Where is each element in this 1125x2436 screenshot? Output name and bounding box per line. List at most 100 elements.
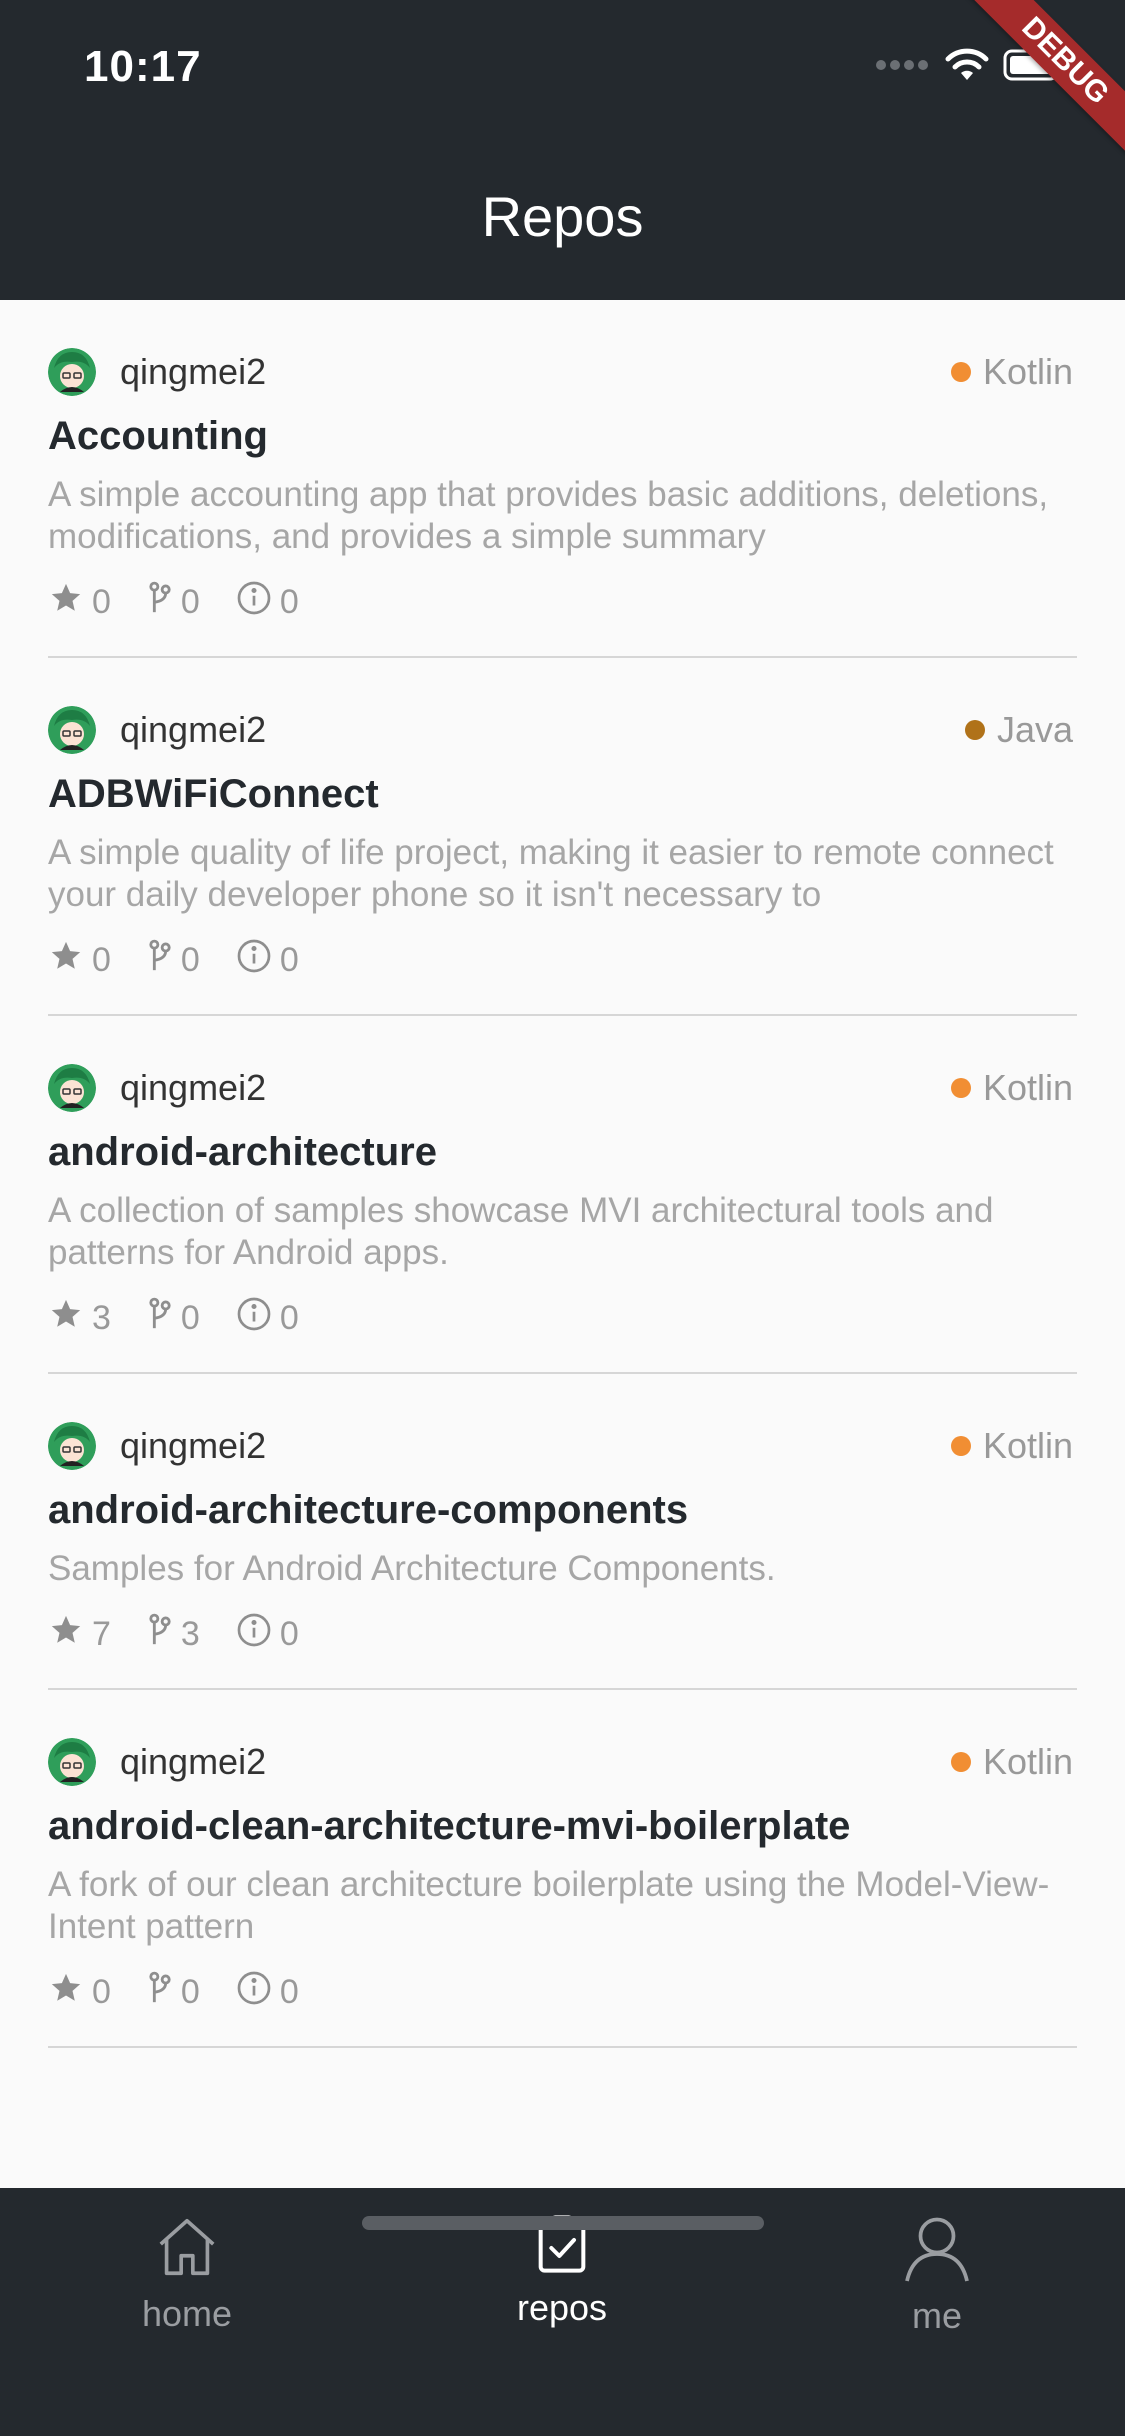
nav-repos-label: repos [516, 2287, 608, 2328]
repo-language: Kotlin [950, 1732, 1073, 1792]
avatar[interactable] [48, 348, 96, 396]
forks-count: 0 [180, 1298, 200, 1337]
issues-stat: 0 [236, 938, 299, 983]
owner-row: qingmei2 [48, 1690, 1077, 1792]
info-icon [236, 580, 280, 625]
fork-icon [147, 1971, 181, 2014]
language-label: Kotlin [982, 1741, 1073, 1782]
repo-language: Kotlin [950, 342, 1073, 402]
stars-count: 7 [92, 1614, 111, 1653]
repo-stats: 0 0 0 [48, 1962, 1077, 2022]
repo-owner[interactable]: qingmei2 [120, 1741, 266, 1783]
forks-stat: 0 [147, 1971, 200, 2014]
language-label: Kotlin [982, 1067, 1073, 1108]
owner-row: qingmei2 [48, 1374, 1077, 1476]
forks-count: 0 [180, 582, 200, 621]
repo-description: Samples for Android Architecture Compone… [48, 1549, 776, 1588]
repo-name[interactable]: android-clean-architecture-mvi-boilerpla… [48, 1800, 1077, 1852]
avatar[interactable] [48, 706, 96, 754]
repo-name[interactable]: Accounting [48, 410, 1077, 462]
avatar[interactable] [48, 1422, 96, 1470]
repo-description: A simple accounting app that provides ba… [48, 475, 1049, 556]
issues-stat: 0 [236, 580, 299, 625]
forks-count: 3 [180, 1614, 200, 1653]
language-label: Kotlin [982, 1425, 1073, 1466]
language-dot-icon [950, 1436, 971, 1456]
avatar[interactable] [48, 1738, 96, 1786]
language-label: Kotlin [982, 351, 1073, 392]
home-indicator [362, 2216, 764, 2230]
stars-stat: 7 [48, 1613, 111, 1656]
repo-owner[interactable]: qingmei2 [120, 1425, 266, 1467]
language-dot-icon [964, 720, 985, 740]
forks-count: 0 [180, 940, 200, 979]
repo-name[interactable]: ADBWiFiConnect [48, 768, 1077, 820]
star-icon [48, 1297, 92, 1340]
language-dot-icon [950, 362, 971, 382]
star-icon [48, 939, 92, 982]
repo-list[interactable]: qingmei2 Kotlin Accounting A simple acco… [0, 300, 1125, 2188]
stars-count: 0 [92, 582, 111, 621]
forks-stat: 0 [147, 581, 200, 624]
repo-language: Kotlin [950, 1416, 1073, 1476]
repo-card[interactable]: qingmei2 Kotlin android-architecture-com… [48, 1374, 1077, 1690]
repo-card[interactable]: qingmei2 Java ADBWiFiConnect A simple qu… [48, 658, 1077, 1016]
repo-owner[interactable]: qingmei2 [120, 1067, 266, 1109]
forks-count: 0 [180, 1972, 200, 2011]
stars-count: 0 [92, 940, 111, 979]
nav-me-label: me [911, 2295, 962, 2336]
issues-count: 0 [279, 1614, 299, 1653]
language-dot-icon [950, 1752, 971, 1772]
repo-owner[interactable]: qingmei2 [120, 709, 266, 751]
status-time: 10:17 [84, 42, 202, 91]
repos-clipboard-icon [530, 2215, 594, 2280]
info-icon [236, 1296, 280, 1341]
avatar[interactable] [48, 1064, 96, 1112]
owner-row: qingmei2 [48, 1016, 1077, 1118]
repo-description: A fork of our clean architecture boilerp… [48, 1865, 1050, 1946]
repo-stats: 3 0 0 [48, 1288, 1077, 1348]
app-header: Repos [0, 132, 1125, 300]
repo-stats: 0 0 0 [48, 572, 1077, 632]
info-icon [236, 1612, 280, 1657]
owner-row: qingmei2 [48, 300, 1077, 402]
stars-stat: 0 [48, 581, 111, 624]
repo-language: Kotlin [950, 1058, 1073, 1118]
repo-description: A collection of samples showcase MVI arc… [48, 1191, 994, 1272]
issues-stat: 0 [236, 1296, 299, 1341]
home-icon [151, 2218, 223, 2286]
language-dot-icon [950, 1078, 971, 1098]
stars-count: 3 [92, 1298, 111, 1337]
star-icon [48, 581, 92, 624]
stars-count: 0 [92, 1972, 111, 2011]
issues-stat: 0 [236, 1612, 299, 1657]
wifi-icon [945, 48, 989, 87]
nav-home-label: home [141, 2293, 233, 2334]
stars-stat: 3 [48, 1297, 111, 1340]
fork-icon [147, 939, 181, 982]
repo-owner[interactable]: qingmei2 [120, 351, 266, 393]
owner-row: qingmei2 [48, 658, 1077, 760]
repo-name[interactable]: android-architecture-components [48, 1484, 1077, 1536]
forks-stat: 0 [147, 939, 200, 982]
repo-card[interactable]: qingmei2 Kotlin Accounting A simple acco… [48, 300, 1077, 658]
repo-stats: 0 0 0 [48, 930, 1077, 990]
nav-home[interactable]: home [87, 2212, 287, 2335]
repo-card[interactable]: qingmei2 Kotlin android-architecture A c… [48, 1016, 1077, 1374]
repo-name[interactable]: android-architecture [48, 1126, 1077, 1178]
signal-icon [875, 58, 931, 77]
issues-count: 0 [279, 1972, 299, 2011]
nav-me[interactable]: me [837, 2212, 1037, 2337]
repo-description: A simple quality of life project, making… [48, 833, 1054, 914]
fork-icon [147, 581, 181, 624]
repo-card[interactable]: qingmei2 Kotlin android-clean-architectu… [48, 1690, 1077, 2048]
issues-count: 0 [279, 1298, 299, 1337]
issues-count: 0 [279, 940, 299, 979]
issues-count: 0 [279, 582, 299, 621]
repo-language: Java [964, 700, 1073, 760]
issues-stat: 0 [236, 1970, 299, 2015]
repo-stats: 7 3 0 [48, 1604, 1077, 1664]
person-icon [901, 2217, 973, 2288]
fork-icon [147, 1613, 181, 1656]
language-label: Java [996, 709, 1073, 750]
